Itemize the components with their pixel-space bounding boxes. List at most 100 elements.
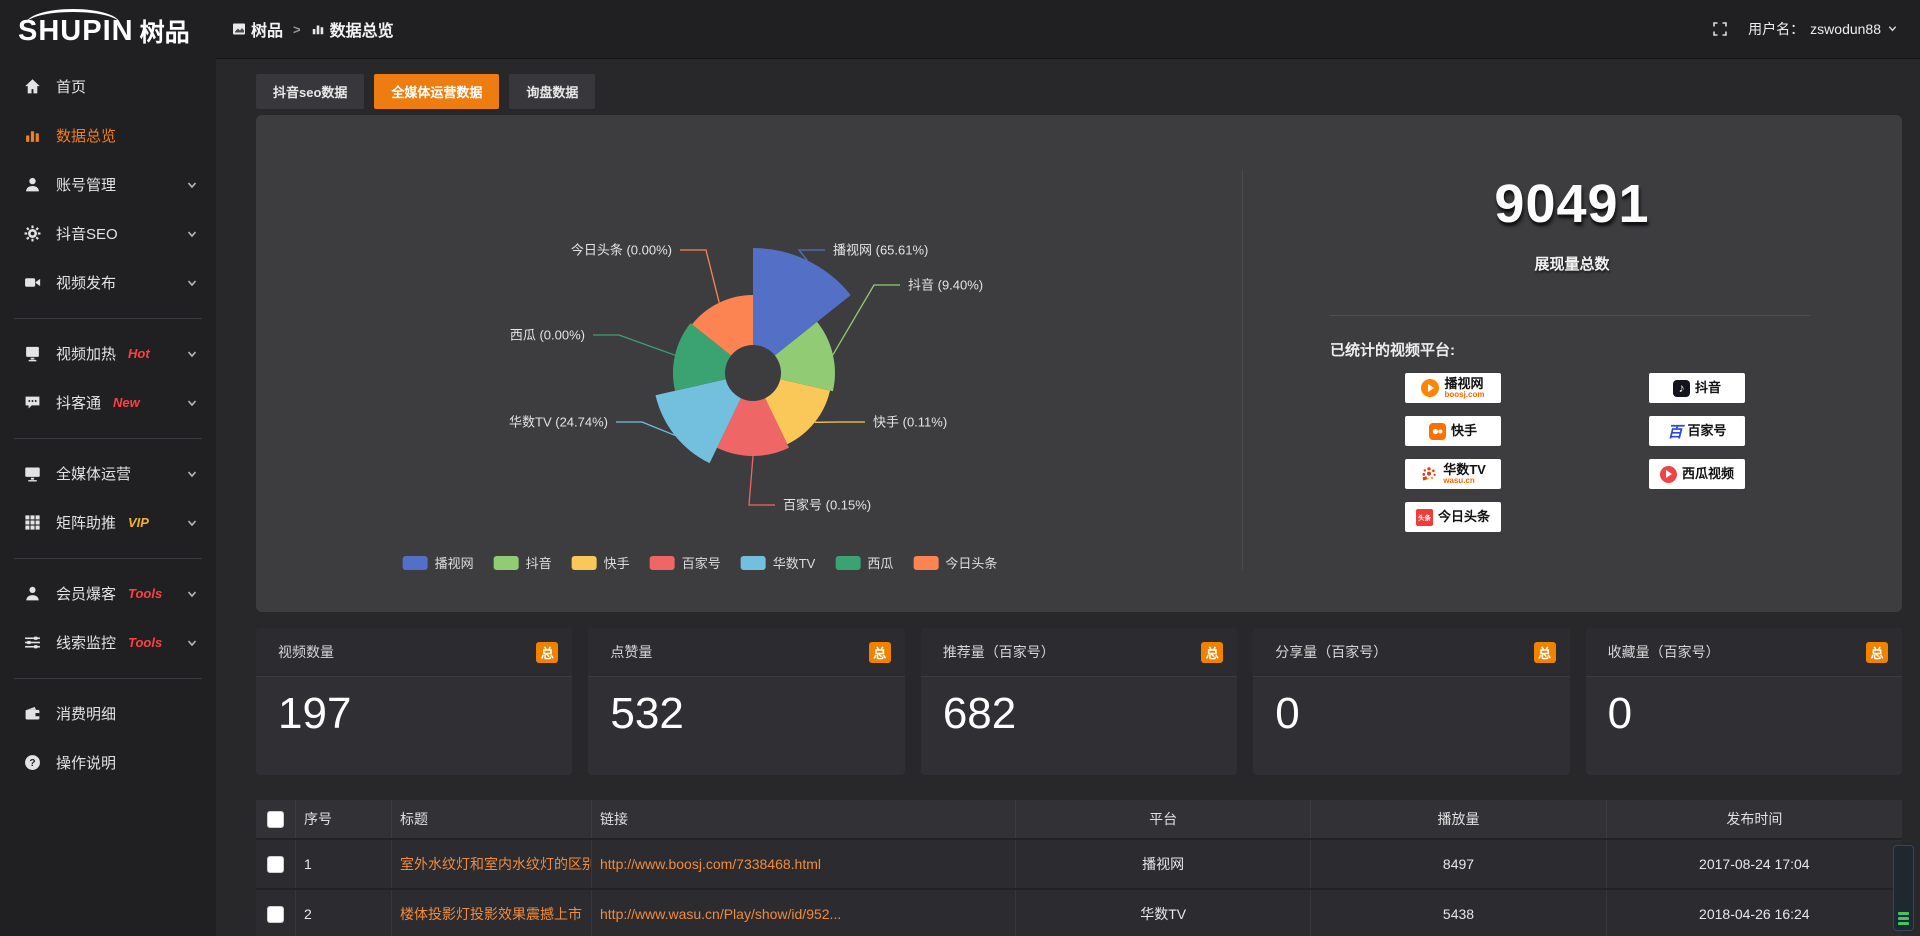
legend-item-0[interactable]: 播视网 xyxy=(403,553,474,572)
platform-badge-left-2: 华数TVwasu.cn xyxy=(1405,459,1501,489)
pie-label: 快手 (0.11%) xyxy=(873,415,947,430)
grid-icon xyxy=(24,514,41,531)
stat-card-0: 视频数量总197 xyxy=(256,628,572,775)
sidebar-item-label: 账号管理 xyxy=(56,174,116,195)
sidebar-item-badge: Hot xyxy=(128,346,150,361)
table-cell-seq: 1 xyxy=(296,840,392,888)
table-header-cell: 播放量 xyxy=(1311,800,1606,838)
table-header-cell: 链接 xyxy=(592,800,1016,838)
app-root: SHUPIN 树品 首页数据总览账号管理抖音SEO视频发布视频加热Hot抖客通N… xyxy=(0,0,1920,936)
table-cell-title[interactable]: 室外水纹灯和室内水纹灯的区别和简介 xyxy=(392,840,592,888)
baijiahao-logo: 百 xyxy=(1667,421,1682,442)
breadcrumb-item-current[interactable]: 数据总览 xyxy=(311,17,394,41)
breadcrumb-separator: > xyxy=(293,22,301,37)
floating-extension-widget[interactable] xyxy=(1893,845,1914,931)
legend-item-3[interactable]: 百家号 xyxy=(650,553,721,572)
stat-card-total-badge[interactable]: 总 xyxy=(536,642,558,663)
sidebar-item-13[interactable]: 线索监控 Tools xyxy=(0,618,216,667)
sidebar-item-1[interactable]: 数据总览 xyxy=(0,111,216,160)
platform-badges-left: 播视网boosj.com快手华数TVwasu.cn头条今日头条 xyxy=(1405,373,1501,532)
sidebar-item-label: 会员爆客 xyxy=(56,583,116,604)
sliders-icon xyxy=(24,634,41,651)
sidebar-item-12[interactable]: 会员爆客Tools xyxy=(0,569,216,618)
chevron-down-icon xyxy=(186,637,198,649)
platform-name: 西瓜视频 xyxy=(1682,467,1734,481)
stat-card-3: 分享量（百家号）总0 xyxy=(1253,628,1569,775)
sidebar-item-7[interactable]: 抖客通New xyxy=(0,378,216,427)
sidebar-item-2[interactable]: 账号管理 xyxy=(0,160,216,209)
platform-badge-right-0: ♪抖音 xyxy=(1649,373,1745,403)
fullscreen-icon[interactable] xyxy=(1712,21,1728,37)
stat-card-1: 点赞量总532 xyxy=(588,628,904,775)
legend-swatch xyxy=(494,556,519,570)
user-icon xyxy=(24,176,41,193)
table-cell-title[interactable]: 楼体投影灯投影效果震撼上市 xyxy=(392,890,592,936)
sidebar-item-3[interactable]: 抖音SEO xyxy=(0,209,216,258)
tab-1[interactable]: 全媒体运营数据 xyxy=(374,74,499,109)
impressions-total-label: 展现量总数 xyxy=(1242,253,1902,274)
sidebar-item-0[interactable]: 首页 xyxy=(0,62,216,111)
legend-item-4[interactable]: 华数TV xyxy=(741,553,816,572)
extension-bar xyxy=(1898,912,1909,915)
table-cell-seq: 2 xyxy=(296,890,392,936)
chevron-down-icon xyxy=(186,397,198,409)
stat-card-total-badge[interactable]: 总 xyxy=(1534,642,1556,663)
extension-bar xyxy=(1898,917,1909,920)
extension-bar xyxy=(1898,922,1909,925)
table-cell-link[interactable]: http://www.wasu.cn/Play/show/id/952... xyxy=(592,890,1016,936)
table-header-row: 序号标题链接平台播放量发布时间 xyxy=(256,800,1902,838)
sidebar-item-15[interactable]: 消费明细 xyxy=(0,689,216,738)
xigua-logo xyxy=(1660,466,1677,483)
table-cell-views: 5438 xyxy=(1311,890,1606,936)
stat-card-value: 197 xyxy=(278,690,550,738)
sidebar-item-6[interactable]: 视频加热Hot xyxy=(0,329,216,378)
legend-item-6[interactable]: 今日头条 xyxy=(913,553,997,572)
chevron-down-icon xyxy=(186,588,198,600)
legend-item-2[interactable]: 快手 xyxy=(572,553,630,572)
sidebar-item-label: 线索监控 xyxy=(56,632,116,653)
legend-item-1[interactable]: 抖音 xyxy=(494,553,552,572)
main-content: 抖音seo数据全媒体运营数据询盘数据 播视网 (65.61%)抖音 (9.40%… xyxy=(216,58,1920,936)
sidebar-item-16[interactable]: ?操作说明 xyxy=(0,738,216,787)
sidebar-item-badge: Tools xyxy=(128,635,162,650)
legend-swatch xyxy=(650,556,675,570)
stat-card-total-badge[interactable]: 总 xyxy=(1201,642,1223,663)
user-menu[interactable]: 用户名： zswodun88 xyxy=(1748,19,1898,39)
sidebar-item-4[interactable]: 视频发布 xyxy=(0,258,216,307)
tab-2[interactable]: 询盘数据 xyxy=(509,74,595,109)
breadcrumb: 树品 > 数据总览 xyxy=(232,17,394,41)
legend-item-5[interactable]: 西瓜 xyxy=(835,553,893,572)
app-icon xyxy=(232,22,246,36)
row-checkbox[interactable] xyxy=(267,906,284,923)
platform-share-rose-chart: 播视网 (65.61%)抖音 (9.40%)快手 (0.11%)百家号 (0.1… xyxy=(256,115,1286,612)
table-header-cell: 发布时间 xyxy=(1607,800,1902,838)
platform-name: 今日头条 xyxy=(1438,510,1490,524)
stat-card-header: 分享量（百家号）总 xyxy=(1253,628,1569,677)
stat-card-header: 点赞量总 xyxy=(588,628,904,677)
pie-label-line xyxy=(616,422,675,435)
pie-label-line xyxy=(593,335,675,355)
legend-label: 西瓜 xyxy=(867,553,893,572)
table-cell-link[interactable]: http://www.boosj.com/7338468.html xyxy=(592,840,1016,888)
sidebar-item-9[interactable]: 全媒体运营 xyxy=(0,449,216,498)
stat-card-title: 推荐量（百家号） xyxy=(943,642,1055,662)
tab-0[interactable]: 抖音seo数据 xyxy=(256,74,364,109)
stat-card-header: 收藏量（百家号）总 xyxy=(1586,628,1902,677)
platform-badge-left-1: 快手 xyxy=(1405,416,1501,446)
summary-divider xyxy=(1330,315,1810,316)
breadcrumb-label: 数据总览 xyxy=(330,17,394,41)
app-logo[interactable]: SHUPIN 树品 xyxy=(0,0,216,62)
sidebar-item-label: 操作说明 xyxy=(56,752,116,773)
select-all-checkbox[interactable] xyxy=(267,811,284,828)
legend-swatch xyxy=(835,556,860,570)
gear-icon xyxy=(24,225,41,242)
row-checkbox[interactable] xyxy=(267,856,284,873)
chart-legend: 播视网 抖音 快手 百家号 华数TV 西瓜 今日头条 xyxy=(403,553,998,572)
stat-card-total-badge[interactable]: 总 xyxy=(869,642,891,663)
legend-label: 今日头条 xyxy=(945,553,997,572)
sidebar-item-10[interactable]: 矩阵助推VIP xyxy=(0,498,216,547)
platform-badge-right-1: 百百家号 xyxy=(1649,416,1745,446)
stat-card-total-badge[interactable]: 总 xyxy=(1866,642,1888,663)
chevron-down-icon xyxy=(186,468,198,480)
breadcrumb-item-home[interactable]: 树品 xyxy=(232,17,283,41)
